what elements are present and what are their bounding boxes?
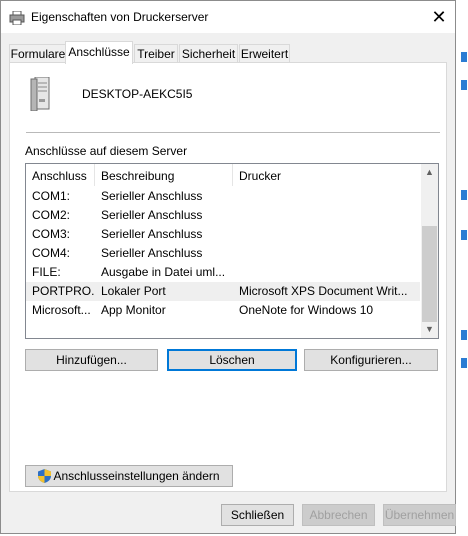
port-cell: COM2:: [32, 208, 71, 222]
table-row[interactable]: COM4: Serieller Anschluss: [26, 244, 420, 263]
scroll-up-icon[interactable]: ▲: [421, 164, 438, 181]
change-port-settings-button[interactable]: Anschlusseinstellungen ändern: [25, 465, 233, 487]
table-row[interactable]: COM2: Serieller Anschluss: [26, 206, 420, 225]
printer-cell: [233, 225, 420, 244]
table-row-selected[interactable]: PORTPRO... Lokaler Port Microsoft XPS Do…: [26, 282, 420, 301]
printer-cell: [233, 263, 420, 282]
window-title: Eigenschaften von Druckerserver: [31, 10, 209, 24]
background-link-fragment: [461, 190, 467, 200]
scrollbar-thumb[interactable]: [422, 226, 437, 322]
close-button[interactable]: Schließen: [221, 504, 294, 526]
description-cell: Ausgabe in Datei uml...: [101, 265, 226, 279]
tab-sicherheit[interactable]: Sicherheit: [179, 44, 238, 63]
printer-cell: Microsoft XPS Document Writ...: [239, 284, 408, 298]
description-cell: Serieller Anschluss: [101, 208, 203, 222]
port-cell: COM1:: [32, 189, 71, 203]
background-link-fragment: [461, 330, 467, 340]
ports-tab-panel: DESKTOP-AEKC5I5 Anschlüsse auf diesem Se…: [9, 62, 447, 492]
delete-port-button[interactable]: Löschen: [167, 349, 297, 371]
divider: [26, 132, 440, 133]
printer-cell: OneNote for Windows 10: [239, 303, 374, 317]
tab-formulare[interactable]: Formulare: [9, 44, 67, 63]
description-cell: Serieller Anschluss: [101, 189, 203, 203]
cancel-button[interactable]: Abbrechen: [302, 504, 375, 526]
background-link-fragment: [461, 230, 467, 240]
server-name: DESKTOP-AEKC5I5: [82, 87, 193, 101]
printer-cell: [233, 244, 420, 263]
ports-list-caption: Anschlüsse auf diesem Server: [25, 144, 188, 158]
column-header-drucker[interactable]: Drucker: [233, 164, 420, 186]
uac-shield-icon: [38, 469, 52, 483]
tab-anschluesse[interactable]: Anschlüsse: [65, 41, 133, 64]
tab-treiber[interactable]: Treiber: [134, 44, 178, 63]
list-rows: COM1: Serieller Anschluss COM2: Serielle…: [26, 187, 420, 320]
printer-server-properties-dialog: Eigenschaften von Druckerserver ✕ Formul…: [0, 0, 456, 534]
change-port-settings-label: Anschlusseinstellungen ändern: [53, 469, 220, 483]
vertical-scrollbar[interactable]: ▲ ▼: [421, 164, 438, 338]
table-row[interactable]: FILE: Ausgabe in Datei uml...: [26, 263, 420, 282]
tab-erweitert[interactable]: Erweitert: [239, 44, 290, 63]
description-cell: Lokaler Port: [101, 284, 166, 298]
background-link-fragment: [461, 52, 467, 62]
background-window-edge: [458, 0, 468, 536]
list-header: Anschluss Beschreibung Drucker: [26, 164, 420, 186]
port-cell: FILE:: [32, 265, 61, 279]
printer-cell: [233, 206, 420, 225]
port-cell: COM3:: [32, 227, 71, 241]
close-icon[interactable]: ✕: [423, 1, 455, 33]
server-icon: [30, 77, 50, 111]
title-bar: Eigenschaften von Druckerserver ✕: [1, 1, 455, 33]
scroll-down-icon[interactable]: ▼: [421, 321, 438, 338]
table-row[interactable]: COM3: Serieller Anschluss: [26, 225, 420, 244]
port-cell: PORTPRO...: [32, 284, 95, 298]
port-cell: COM4:: [32, 246, 71, 260]
table-row[interactable]: COM1: Serieller Anschluss: [26, 187, 420, 206]
ports-list[interactable]: Anschluss Beschreibung Drucker COM1: Ser…: [25, 163, 439, 339]
background-link-fragment: [461, 358, 467, 368]
apply-button[interactable]: Übernehmen: [383, 504, 456, 526]
description-cell: Serieller Anschluss: [101, 246, 203, 260]
port-cell: Microsoft...: [32, 303, 91, 317]
description-cell: App Monitor: [101, 303, 166, 317]
printer-cell: [233, 187, 420, 206]
configure-port-button[interactable]: Konfigurieren...: [304, 349, 438, 371]
printer-icon: [9, 11, 25, 25]
column-header-beschreibung[interactable]: Beschreibung: [95, 164, 233, 186]
background-link-fragment: [461, 80, 467, 90]
add-port-button[interactable]: Hinzufügen...: [25, 349, 158, 371]
table-row[interactable]: Microsoft... App Monitor OneNote for Win…: [26, 301, 420, 320]
column-header-anschluss[interactable]: Anschluss: [26, 164, 95, 186]
description-cell: Serieller Anschluss: [101, 227, 203, 241]
